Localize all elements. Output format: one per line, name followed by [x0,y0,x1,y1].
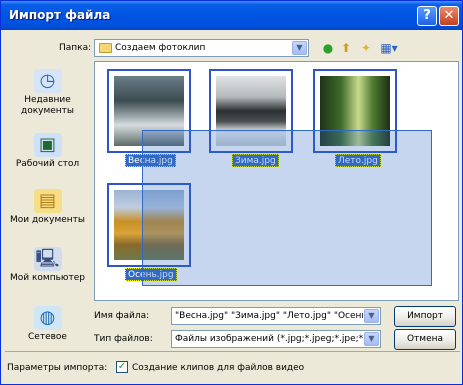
places-bar: ◷ Недавние документы ▣ Рабочий стол ▤ Мо… [6,61,89,356]
filetype-select[interactable]: Файлы изображений (*.jpg;*.jpeg;*.jpe;*.… [171,330,381,348]
close-button[interactable]: ✕ [439,6,459,26]
chevron-down-icon[interactable]: ▼ [364,332,379,346]
chevron-down-icon[interactable]: ▼ [364,309,379,323]
my-computer-icon: 🖳 [33,247,62,271]
place-label: Мои документы [9,215,86,225]
file-list[interactable]: Весна.jpg Зима.jpg Лето.jpg Осень.jpg [94,61,459,301]
title-bar[interactable]: Импорт файла ? ✕ [1,1,462,30]
create-clips-checkbox[interactable]: ✓ [116,361,128,373]
place-label: Сетевое [28,332,67,342]
checkmark-icon: ✓ [117,361,127,372]
filename-input[interactable]: "Весна.jpg" "Зима.jpg" "Лето.jpg" "Осень… [171,307,381,325]
selection-rectangle [142,130,432,286]
divider [5,351,460,352]
place-label: Рабочий стол [15,159,80,169]
filetype-label: Тип файлов: [94,334,153,344]
place-my-computer[interactable]: 🖳 Мой компьютер [6,247,89,284]
create-clips-label[interactable]: Создание клипов для файлов видео [132,363,304,373]
folder-label: Папка: [59,43,92,53]
place-label: Недавние документы [20,95,75,116]
my-documents-icon: ▤ [33,189,62,213]
folder-select-value: Создаем фотоклип [115,43,206,53]
folder-select[interactable]: Создаем фотоклип ▼ [94,39,309,57]
filename-value: "Весна.jpg" "Зима.jpg" "Лето.jpg" "Осень… [175,311,363,321]
chevron-down-icon[interactable]: ▼ [292,41,307,55]
place-desktop[interactable]: ▣ Рабочий стол [6,133,89,170]
place-label: Мой компьютер [10,273,85,283]
desktop-icon: ▣ [33,133,62,157]
help-button[interactable]: ? [417,6,437,26]
import-params-label: Параметры импорта: [7,363,108,373]
import-file-dialog: Импорт файла ? ✕ Папка: Создаем фотоклип… [0,0,463,385]
filename-label: Имя файла: [94,311,150,321]
back-icon[interactable]: ● [321,41,335,55]
filetype-value: Файлы изображений (*.jpg;*.jpeg;*.jpe;*.… [175,334,363,344]
import-button[interactable]: Импорт [394,306,456,327]
up-folder-icon[interactable]: ⬆ [339,41,353,55]
place-network[interactable]: ◍ Сетевое [6,306,89,343]
close-icon: ✕ [443,8,455,23]
recent-documents-icon: ◷ [33,69,62,93]
window-title: Импорт файла [9,8,111,22]
place-my-documents[interactable]: ▤ Мои документы [6,189,89,226]
place-recent-documents[interactable]: ◷ Недавние документы [6,69,89,117]
folder-icon [99,43,112,53]
network-icon: ◍ [33,306,62,330]
views-menu-icon[interactable]: ▦▾ [378,41,400,55]
help-icon: ? [423,8,431,23]
cancel-button[interactable]: Отмена [394,329,456,350]
new-folder-icon[interactable]: ✦ [358,41,374,55]
